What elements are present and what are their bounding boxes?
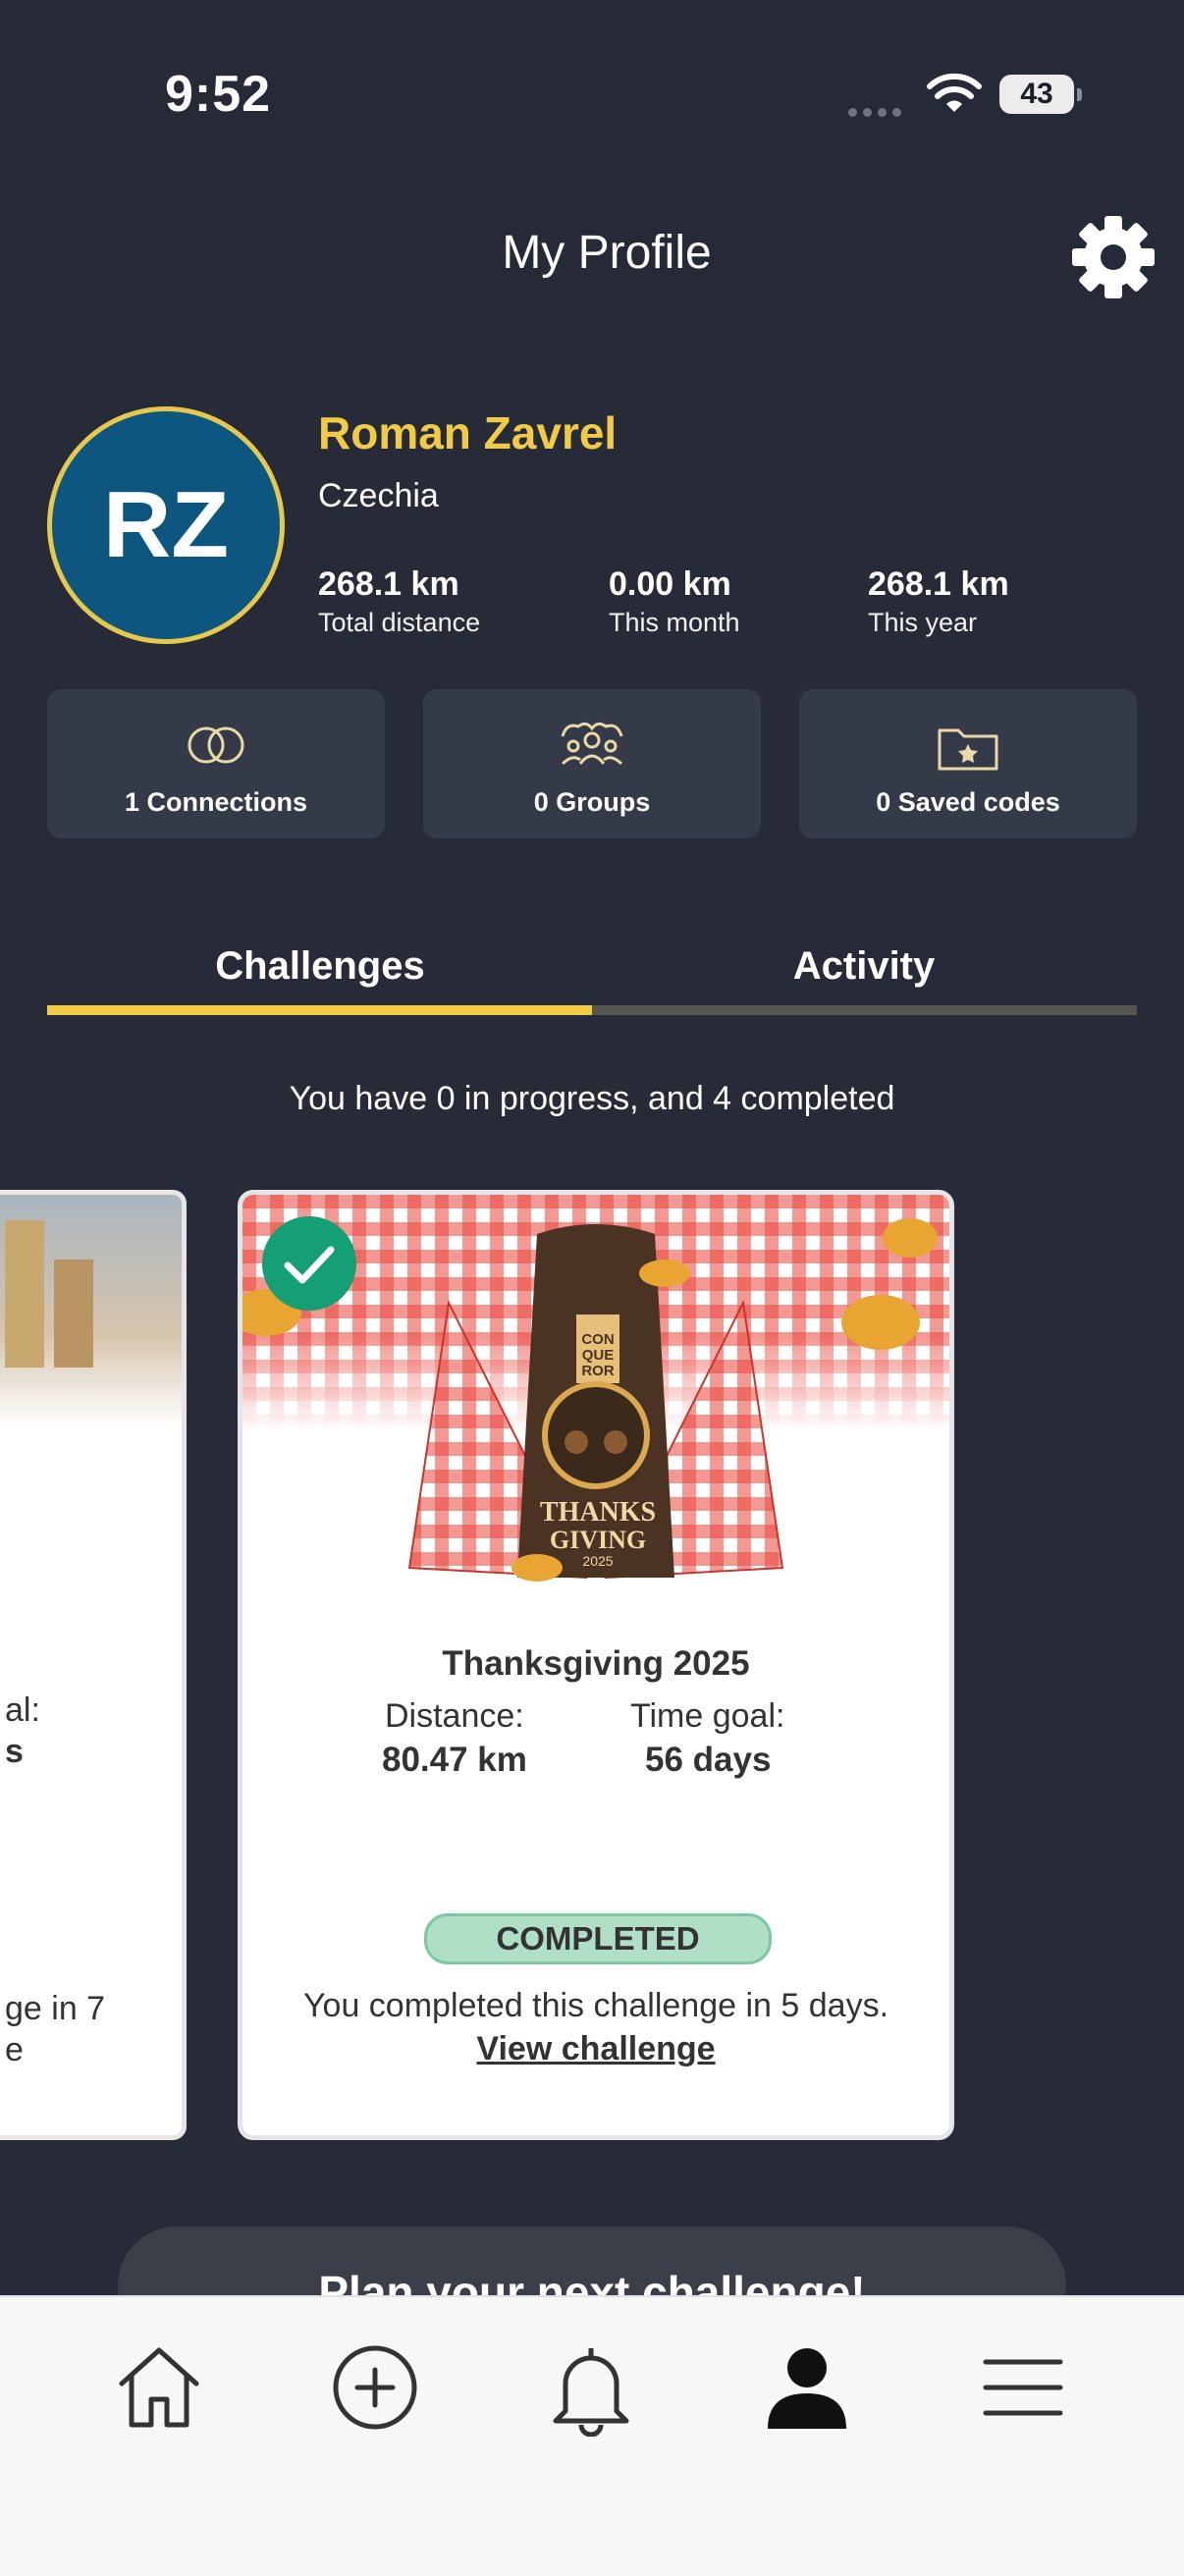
groups-icon <box>561 722 623 766</box>
medal-lettering: GIVING <box>550 1526 646 1554</box>
battery-indicator: 43 <box>999 75 1082 114</box>
connections-icon <box>188 726 244 764</box>
stat-value: 268.1 km <box>868 565 1009 603</box>
stat-total-distance: 268.1 km Total distance <box>318 565 480 638</box>
medal-lettering: 2025 <box>582 1553 613 1569</box>
card-meta-value: s <box>5 1733 24 1770</box>
saved-codes-button[interactable]: 0 Saved codes <box>799 689 1137 838</box>
profile-icon[interactable] <box>758 2338 856 2437</box>
distance-label: Distance: <box>385 1697 524 1735</box>
stat-value: 0.00 km <box>609 565 731 603</box>
menu-icon[interactable] <box>974 2338 1072 2437</box>
status-time: 9:52 <box>165 66 272 123</box>
completion-text: You completed this challenge in 5 days. … <box>272 1984 920 2070</box>
tab-activity[interactable]: Activity <box>591 944 1137 989</box>
saved-codes-folder-icon <box>938 728 998 771</box>
chip-label: 0 Groups <box>533 787 651 817</box>
stat-label: This year <box>868 608 978 637</box>
card-completion-text: ge in 7 <box>5 1990 106 2027</box>
bell-icon[interactable] <box>542 2338 640 2437</box>
chip-label: 1 Connections <box>124 787 308 817</box>
stat-this-month: 0.00 km This month <box>609 565 740 638</box>
building-shape <box>54 1260 93 1368</box>
building-shape <box>5 1220 44 1368</box>
connections-button[interactable]: 1 Connections <box>47 689 385 838</box>
groups-button[interactable]: 0 Groups <box>423 689 761 838</box>
avatar[interactable]: RZ <box>47 406 285 644</box>
medal-lettering: CON <box>581 1331 614 1348</box>
time-goal-label: Time goal: <box>630 1697 785 1735</box>
chip-label: 0 Saved codes <box>876 787 1060 817</box>
wifi-icon <box>927 73 982 112</box>
tab-active-indicator <box>47 1005 592 1015</box>
distance-value: 80.47 km <box>382 1741 527 1779</box>
medal-lettering: THANKS <box>540 1497 656 1528</box>
gear-icon[interactable] <box>1070 214 1157 300</box>
challenge-title: Thanksgiving 2025 <box>442 1644 750 1683</box>
home-icon[interactable] <box>110 2338 208 2437</box>
page-title: My Profile <box>502 227 712 279</box>
stat-label: This month <box>609 608 740 637</box>
challenge-summary: You have 0 in progress, and 4 completed <box>289 1080 895 1117</box>
card-completion-text: e <box>5 2031 24 2068</box>
add-circle-icon[interactable] <box>326 2338 424 2437</box>
completed-check-icon <box>262 1216 356 1311</box>
tab-challenges[interactable]: Challenges <box>47 944 593 989</box>
stat-value: 268.1 km <box>318 565 459 603</box>
stat-label: Total distance <box>318 608 481 637</box>
medal-lettering: ROR <box>581 1363 615 1379</box>
signal-icon <box>848 104 907 117</box>
challenge-card-partial[interactable]: al: s ge in 7 e <box>0 1190 187 2140</box>
view-challenge-link[interactable]: View challenge <box>476 2030 715 2067</box>
time-goal-value: 56 days <box>645 1741 772 1779</box>
app-header: My Profile <box>0 196 1184 334</box>
profile-name: Roman Zavrel <box>318 407 618 458</box>
completion-sentence: You completed this challenge in 5 days. <box>302 1987 889 2024</box>
status-bar: 9:52 43 <box>0 0 1184 196</box>
status-badge: COMPLETED <box>424 1913 772 1964</box>
bottom-nav <box>0 2295 1184 2576</box>
profile-country: Czechia <box>318 477 439 514</box>
medal-lettering: QUE <box>582 1347 615 1364</box>
stat-this-year: 268.1 km This year <box>868 565 1009 638</box>
challenge-card[interactable]: CON QUE ROR THANKS GIVING 2025 Thanksgiv… <box>238 1190 954 2140</box>
card-meta-label: al: <box>5 1691 40 1729</box>
